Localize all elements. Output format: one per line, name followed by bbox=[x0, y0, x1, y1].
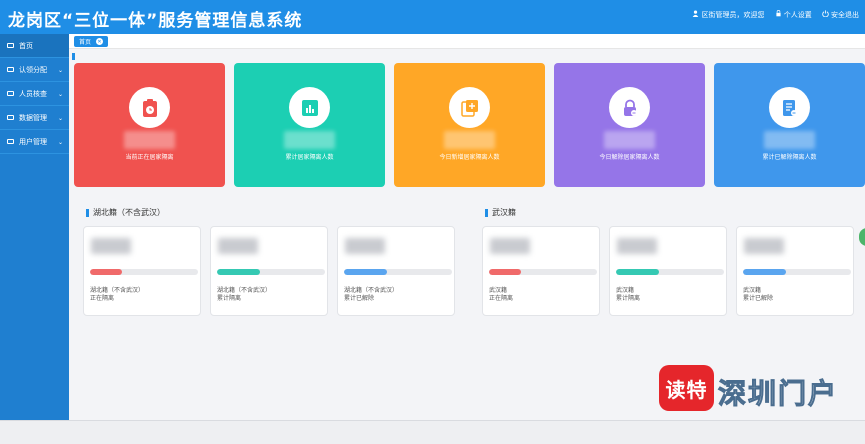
progress-fill bbox=[217, 269, 261, 275]
stat-value-blurred bbox=[284, 131, 335, 149]
progress-fill bbox=[743, 269, 787, 275]
stat-value-blurred bbox=[124, 131, 175, 149]
sidebar-item-person-check[interactable]: 人员核查 ⌄ bbox=[0, 82, 69, 106]
content-accent bbox=[72, 53, 75, 60]
sidebar-item-home[interactable]: 首页 bbox=[0, 34, 69, 58]
card-value-blurred bbox=[91, 238, 131, 254]
card-metric: 正在隔离 bbox=[489, 295, 514, 302]
stat-card-current-isolation[interactable]: 当前正在居家隔离 bbox=[74, 63, 225, 187]
user-icon bbox=[692, 10, 699, 17]
progress-fill bbox=[344, 269, 388, 275]
tab-bar: 首页 ✕ bbox=[69, 34, 865, 49]
section-title-wuhan: 武汉籍 bbox=[485, 207, 516, 218]
section-accent bbox=[86, 208, 89, 217]
app-title: 龙岗区“三位一体”服务管理信息系统 bbox=[8, 11, 303, 31]
summary-card-wuhan-total[interactable]: 武汉籍 累计隔离 bbox=[609, 226, 727, 316]
card-metric: 累计已解除 bbox=[344, 295, 375, 302]
sidebar-item-user-management[interactable]: 用户管理 ⌄ bbox=[0, 130, 69, 154]
card-value-blurred bbox=[744, 238, 784, 254]
card-metric: 正在隔离 bbox=[90, 295, 115, 302]
summary-card-wuhan-current[interactable]: 武汉籍 正在隔离 bbox=[482, 226, 600, 316]
summary-card-hubei-total[interactable]: 湖北籍（不含武汉） 累计隔离 bbox=[210, 226, 328, 316]
stat-label: 累计已解除隔离人数 bbox=[762, 154, 817, 161]
progress-track bbox=[489, 269, 597, 275]
card-value-blurred bbox=[617, 238, 657, 254]
power-icon bbox=[822, 10, 829, 18]
settings-link[interactable]: 个人设置 bbox=[775, 10, 812, 20]
chevron-down-icon: ⌄ bbox=[57, 115, 63, 122]
sidebar-item-claim-assign[interactable]: 认领分配 ⌄ bbox=[0, 58, 69, 82]
progress-fill bbox=[90, 269, 123, 275]
watermark-text: 深圳门户 bbox=[717, 377, 839, 411]
bottom-bar bbox=[0, 420, 865, 444]
stat-icon-circle bbox=[129, 87, 170, 128]
progress-track bbox=[743, 269, 851, 275]
stat-value-blurred bbox=[604, 131, 655, 149]
stat-card-released-today[interactable]: 今日解除居家隔离人数 bbox=[554, 63, 705, 187]
stat-card-total-isolation[interactable]: 累计居家隔离人数 bbox=[234, 63, 385, 187]
summary-card-hubei-released[interactable]: 湖北籍（不含武汉） 累计已解除 bbox=[337, 226, 455, 316]
stat-card-total-released[interactable]: 累计已解除隔离人数 bbox=[714, 63, 865, 187]
logout-link[interactable]: 安全退出 bbox=[822, 10, 859, 20]
close-icon[interactable]: ✕ bbox=[96, 38, 104, 45]
progress-track bbox=[90, 269, 198, 275]
chevron-down-icon: ⌄ bbox=[57, 139, 63, 146]
progress-fill bbox=[489, 269, 522, 275]
card-metric: 累计已解除 bbox=[743, 295, 774, 302]
settings-icon bbox=[775, 10, 781, 17]
header-tools: 区街管理员，欢迎您 个人设置 安全退出 bbox=[692, 10, 859, 20]
stat-icon-circle bbox=[769, 87, 810, 128]
document-icon bbox=[782, 99, 797, 116]
chevron-down-icon: ⌄ bbox=[57, 91, 63, 98]
stat-card-new-today[interactable]: 今日新增居家隔离人数 bbox=[394, 63, 545, 187]
folder-icon bbox=[7, 43, 14, 48]
stat-label: 今日解除居家隔离人数 bbox=[599, 154, 660, 161]
sidebar-item-data-management[interactable]: 数据管理 ⌄ bbox=[0, 106, 69, 130]
user-greeting: 区街管理员，欢迎您 bbox=[692, 10, 765, 20]
stat-icon-circle bbox=[449, 87, 490, 128]
progress-track bbox=[217, 269, 325, 275]
card-value-blurred bbox=[490, 238, 530, 254]
folder-icon bbox=[7, 115, 14, 120]
timer-clipboard-icon bbox=[142, 98, 157, 117]
stat-value-blurred bbox=[444, 131, 495, 149]
sidebar: 首页 认领分配 ⌄ 人员核查 ⌄ 数据管理 ⌄ 用户管理 ⌄ bbox=[0, 34, 69, 420]
folder-icon bbox=[7, 139, 14, 144]
card-value-blurred bbox=[218, 238, 258, 254]
card-metric: 累计隔离 bbox=[616, 295, 641, 302]
stat-value-blurred bbox=[764, 131, 815, 149]
side-float-button[interactable] bbox=[859, 228, 865, 246]
section-accent bbox=[485, 208, 488, 217]
lock-icon bbox=[623, 99, 637, 116]
progress-track bbox=[616, 269, 724, 275]
folder-icon bbox=[7, 91, 14, 96]
stat-label: 今日新增居家隔离人数 bbox=[439, 154, 500, 161]
card-metric: 累计隔离 bbox=[217, 295, 242, 302]
stat-icon-circle bbox=[289, 87, 330, 128]
bar-chart-icon bbox=[301, 99, 318, 116]
top-header: 龙岗区“三位一体”服务管理信息系统 区街管理员，欢迎您 个人设置 安全退出 bbox=[0, 0, 865, 34]
card-value-blurred bbox=[345, 238, 385, 254]
tab-home[interactable]: 首页 ✕ bbox=[74, 36, 109, 47]
section-title-hubei: 湖北籍（不含武汉） bbox=[86, 207, 165, 218]
chevron-down-icon: ⌄ bbox=[57, 67, 63, 74]
add-document-icon bbox=[460, 99, 478, 117]
stat-icon-circle bbox=[609, 87, 650, 128]
folder-icon bbox=[7, 67, 14, 72]
stat-label: 当前正在居家隔离 bbox=[125, 154, 174, 161]
watermark-logo: 读特 bbox=[659, 365, 714, 411]
summary-card-wuhan-released[interactable]: 武汉籍 累计已解除 bbox=[736, 226, 854, 316]
summary-card-hubei-current[interactable]: 湖北籍（不含武汉） 正在隔离 bbox=[83, 226, 201, 316]
stat-label: 累计居家隔离人数 bbox=[285, 154, 334, 161]
progress-track bbox=[344, 269, 452, 275]
progress-fill bbox=[616, 269, 660, 275]
